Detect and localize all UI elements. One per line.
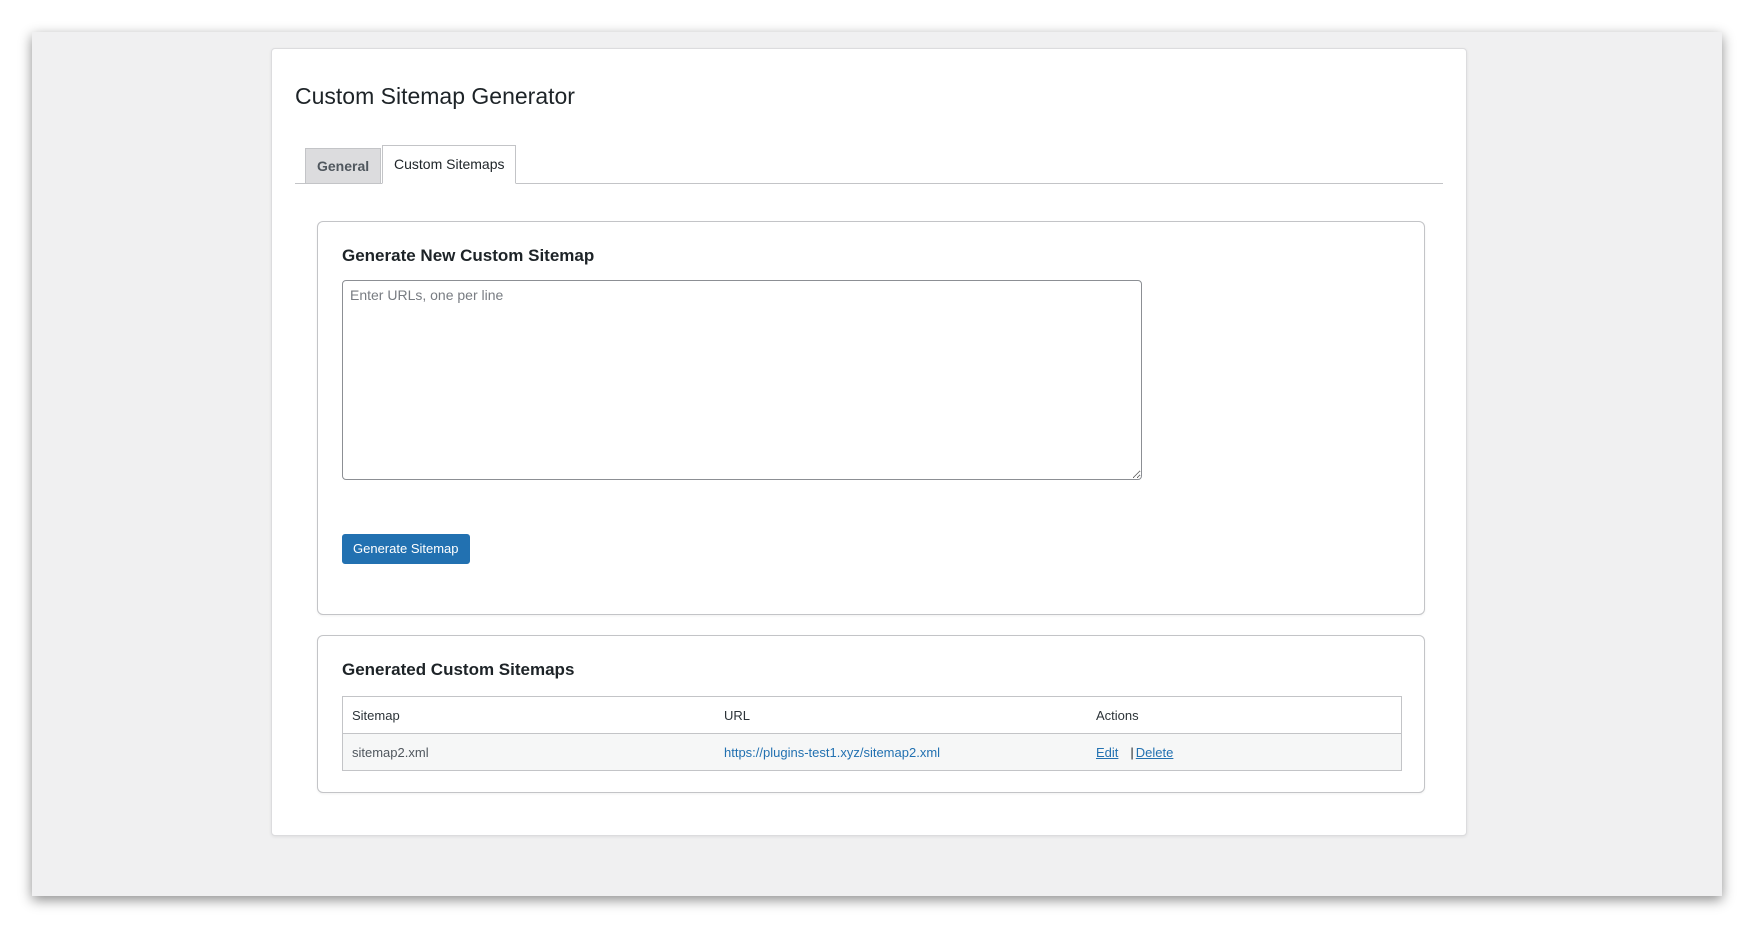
- generate-sitemap-button[interactable]: Generate Sitemap: [342, 534, 470, 564]
- tab-general[interactable]: General: [305, 148, 382, 183]
- sitemap-actions-cell: Edit | Delete: [1087, 733, 1402, 771]
- column-header-actions: Actions: [1087, 696, 1402, 734]
- table-header-row: Sitemap URL Actions: [342, 696, 1402, 734]
- generate-sitemap-card: Generate New Custom Sitemap Generate Sit…: [317, 221, 1425, 615]
- sitemap-name-cell: sitemap2.xml: [342, 733, 715, 771]
- page-title: Custom Sitemap Generator: [295, 83, 575, 109]
- tab-custom-sitemaps[interactable]: Custom Sitemaps: [382, 145, 517, 184]
- table-row: sitemap2.xml https://plugins-test1.xyz/s…: [342, 733, 1402, 771]
- admin-background: Custom Sitemap Generator General Custom …: [32, 32, 1722, 896]
- column-header-sitemap: Sitemap: [342, 696, 715, 734]
- action-separator: |: [1130, 744, 1134, 760]
- delete-link[interactable]: Delete: [1136, 745, 1174, 760]
- urls-textarea[interactable]: [342, 280, 1142, 480]
- sitemaps-table: Sitemap URL Actions sitemap2.xml https:/…: [342, 696, 1402, 771]
- nav-tab-wrapper: General Custom Sitemaps: [295, 145, 1443, 184]
- edit-link[interactable]: Edit: [1096, 745, 1118, 760]
- column-header-url: URL: [715, 696, 1087, 734]
- sitemap-url-link[interactable]: https://plugins-test1.xyz/sitemap2.xml: [724, 745, 940, 760]
- generated-sitemaps-heading: Generated Custom Sitemaps: [342, 660, 575, 679]
- settings-page: Custom Sitemap Generator General Custom …: [271, 48, 1467, 836]
- sitemap-url-cell: https://plugins-test1.xyz/sitemap2.xml: [715, 733, 1087, 771]
- generate-sitemap-heading: Generate New Custom Sitemap: [342, 246, 595, 265]
- generated-sitemaps-card: Generated Custom Sitemaps Sitemap URL Ac…: [317, 635, 1425, 793]
